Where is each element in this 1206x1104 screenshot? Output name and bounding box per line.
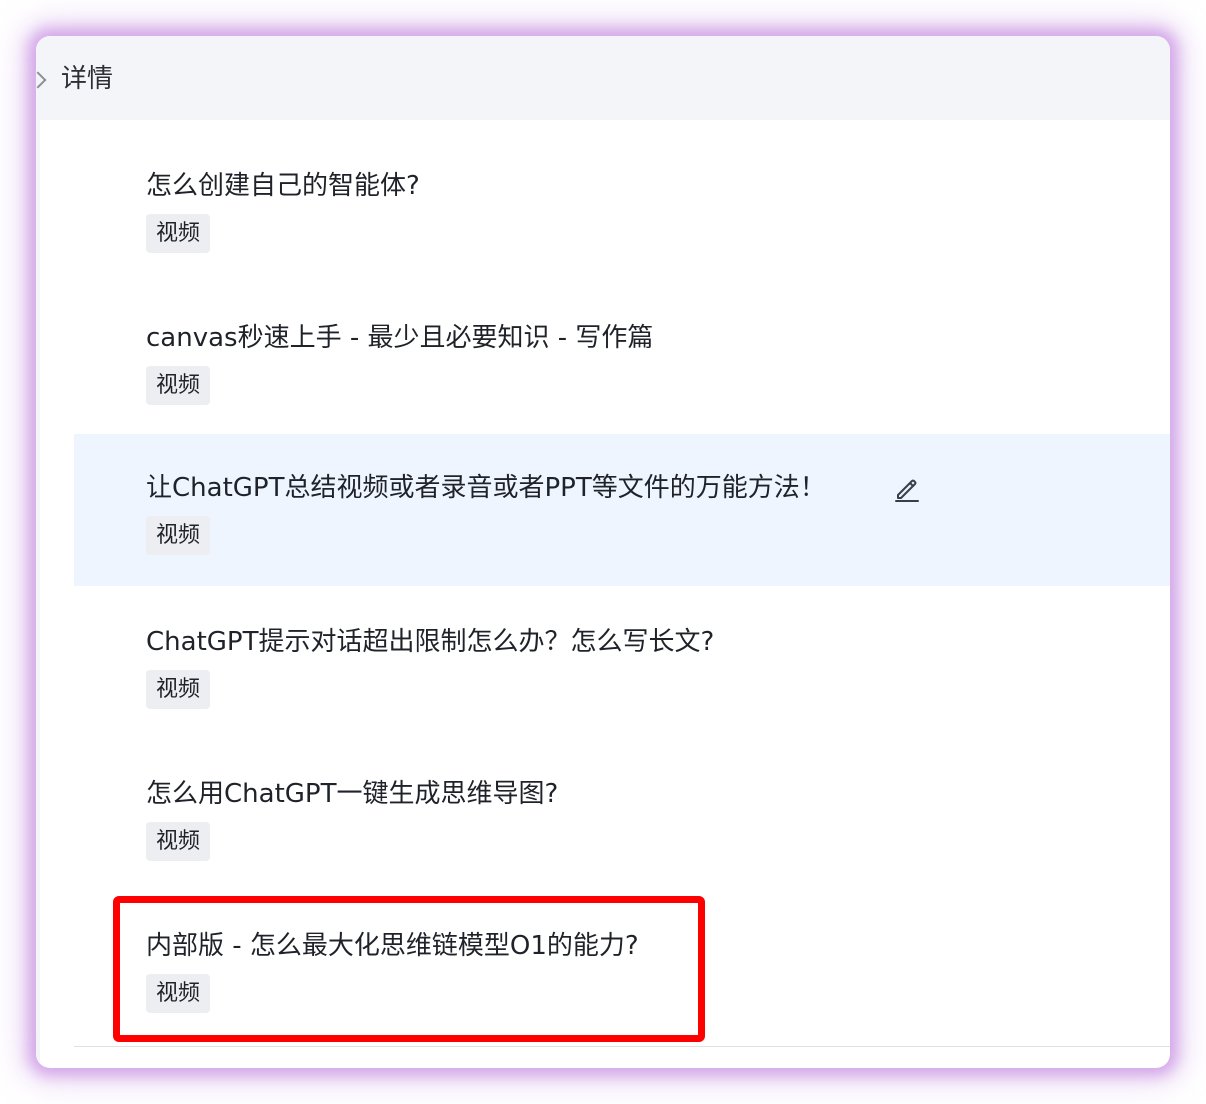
tag-badge: 视频 [146,822,210,861]
item-title[interactable]: ChatGPT提示对话超出限制怎么办？怎么写长文? [146,626,714,658]
chevron-right-icon[interactable] [36,71,47,89]
list-item-hovered[interactable]: 让ChatGPT总结视频或者录音或者PPT等文件的万能方法！ 视频 [74,434,1170,586]
side-strip [36,120,40,1068]
tag-badge: 视频 [146,516,210,555]
details-header[interactable]: 详情 [36,36,1170,120]
list-item[interactable]: canvas秒速上手 - 最少且必要知识 - 写作篇 视频 [74,272,1170,424]
item-title[interactable]: 内部版 - 怎么最大化思维链模型O1的能力? [146,930,639,962]
item-title[interactable]: 让ChatGPT总结视频或者录音或者PPT等文件的万能方法！ [146,472,826,504]
details-title: 详情 [61,64,114,94]
item-title[interactable]: canvas秒速上手 - 最少且必要知识 - 写作篇 [146,322,653,354]
list-divider [74,1046,1170,1047]
tag-badge: 视频 [146,214,210,253]
list-item[interactable]: ChatGPT提示对话超出限制怎么办？怎么写长文? 视频 [74,576,1170,728]
video-list: 怎么创建自己的智能体? 视频 canvas秒速上手 - 最少且必要知识 - 写作… [74,120,1170,1068]
details-panel: 详情 怎么创建自己的智能体? 视频 canvas秒速上手 - 最少且必要知识 -… [36,36,1170,1068]
list-item[interactable]: 怎么创建自己的智能体? 视频 [74,120,1170,272]
tag-badge: 视频 [146,974,210,1013]
list-item[interactable]: 内部版 - 怎么最大化思维链模型O1的能力? 视频 [74,880,1170,1032]
item-title[interactable]: 怎么用ChatGPT一键生成思维导图? [146,778,558,810]
tag-badge: 视频 [146,670,210,709]
pencil-edit-icon[interactable] [892,474,922,504]
tag-badge: 视频 [146,366,210,405]
list-item[interactable]: 怎么用ChatGPT一键生成思维导图? 视频 [74,728,1170,880]
item-title[interactable]: 怎么创建自己的智能体? [146,170,420,202]
